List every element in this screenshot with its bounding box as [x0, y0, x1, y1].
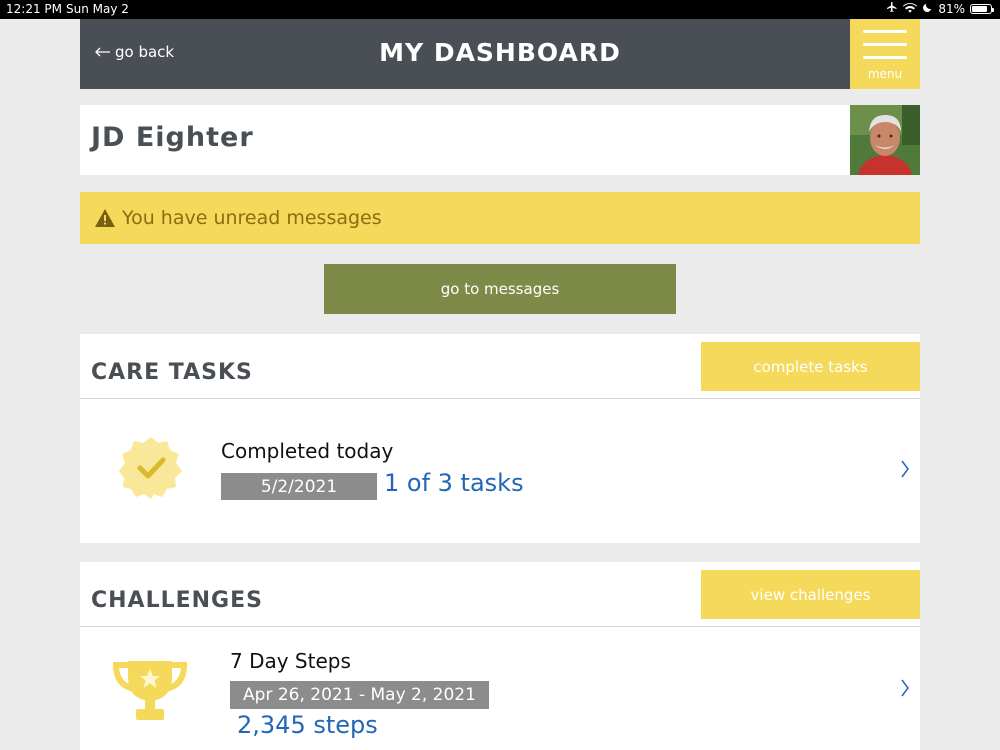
menu-button[interactable]: menu: [850, 19, 920, 89]
care-tasks-header: CARE TASKS complete tasks: [80, 334, 920, 399]
challenges-header: CHALLENGES view challenges: [80, 562, 920, 627]
care-tasks-item-title: Completed today: [221, 439, 394, 463]
chevron-right-icon: [900, 459, 910, 485]
status-bar: 12:21 PM Sun May 2 81%: [0, 0, 1000, 19]
moon-icon: [922, 2, 933, 16]
challenges-card: CHALLENGES view challenges 7 Day Steps A…: [80, 562, 920, 750]
challenge-date-range: Apr 26, 2021 - May 2, 2021: [230, 681, 489, 709]
challenges-title: CHALLENGES: [91, 588, 263, 613]
app-header: go back MY DASHBOARD menu: [80, 19, 920, 89]
battery-icon: [970, 3, 994, 14]
profile-bar: JD Eighter: [80, 105, 920, 175]
care-tasks-row[interactable]: Completed today 5/2/2021 1 of 3 tasks: [80, 399, 920, 542]
challenge-row[interactable]: 7 Day Steps Apr 26, 2021 - May 2, 2021 2…: [80, 627, 920, 750]
warning-icon: [94, 208, 116, 228]
care-tasks-date: 5/2/2021: [221, 473, 377, 500]
view-challenges-button[interactable]: view challenges: [701, 570, 920, 619]
airplane-icon: [886, 1, 898, 16]
completed-badge-icon: [118, 435, 184, 501]
status-icons: 81%: [886, 1, 994, 16]
alert-text: You have unread messages: [122, 207, 382, 229]
battery-percent: 81%: [938, 1, 965, 16]
care-tasks-card: CARE TASKS complete tasks Completed toda…: [80, 334, 920, 543]
care-tasks-title: CARE TASKS: [91, 360, 253, 385]
challenge-steps: 2,345 steps: [237, 711, 378, 739]
complete-tasks-button[interactable]: complete tasks: [701, 342, 920, 391]
battery-fill: [972, 5, 987, 12]
status-date: Sun May 2: [66, 2, 129, 16]
unread-messages-alert: You have unread messages: [80, 192, 920, 244]
user-name: JD Eighter: [91, 122, 254, 153]
menu-label: menu: [867, 67, 903, 81]
avatar[interactable]: [850, 105, 920, 175]
page-title: MY DASHBOARD: [379, 38, 621, 67]
status-time: 12:21 PM: [6, 2, 62, 16]
go-to-messages-button[interactable]: go to messages: [324, 264, 676, 314]
care-tasks-count: 1 of 3 tasks: [384, 469, 524, 497]
chevron-right-icon: [900, 678, 910, 704]
trophy-icon: [112, 657, 188, 725]
wifi-icon: [903, 2, 918, 16]
challenge-title: 7 Day Steps: [230, 649, 351, 673]
